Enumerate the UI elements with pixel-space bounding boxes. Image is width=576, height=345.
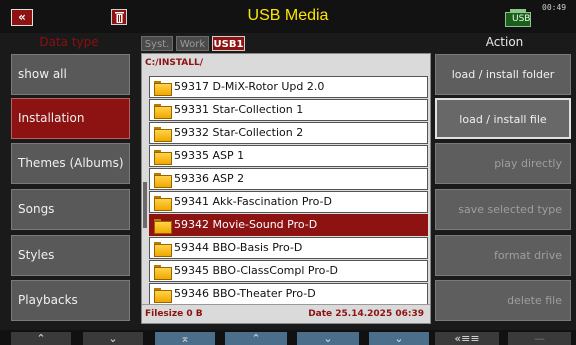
file-name: 59331 Star-Collection 1 xyxy=(174,103,304,116)
list-top-button[interactable]: ⌅ xyxy=(155,332,215,345)
list-bottom-button[interactable]: ⌄ xyxy=(369,332,429,345)
file-name: 59335 ASP 1 xyxy=(174,149,245,162)
datatype-show-all[interactable]: show all xyxy=(11,54,130,95)
file-name: 59346 BBO-Theater Pro-D xyxy=(174,287,316,300)
datatype-installation[interactable]: Installation xyxy=(11,98,130,139)
file-name: 59345 BBO-ClassCompl Pro-D xyxy=(174,264,339,277)
usb-icon-label: USB xyxy=(512,14,531,24)
play-directly-button[interactable]: play directly xyxy=(435,143,571,184)
folder-icon xyxy=(154,173,172,188)
nav-disabled-button[interactable]: — xyxy=(508,332,571,345)
file-row[interactable]: 59335 ASP 1 xyxy=(149,145,428,167)
tab-usb1[interactable]: USB1 xyxy=(212,36,245,51)
scrollbar[interactable] xyxy=(143,182,147,228)
tab-syst[interactable]: Syst. xyxy=(141,36,173,51)
file-name: 59317 D-MiX-Rotor Upd 2.0 xyxy=(174,80,325,93)
file-row-selected[interactable]: 59342 Movie-Sound Pro-D xyxy=(149,214,428,236)
folder-icon xyxy=(154,265,172,280)
folder-icon xyxy=(154,242,172,257)
file-name: 59332 Star-Collection 2 xyxy=(174,126,304,139)
list-page-down-button[interactable]: ⌄ xyxy=(297,332,359,345)
folder-icon xyxy=(154,150,172,165)
file-name: 59341 Akk-Fascination Pro-D xyxy=(174,195,332,208)
file-name: 59344 BBO-Basis Pro-D xyxy=(174,241,303,254)
datatype-playbacks[interactable]: Playbacks xyxy=(11,280,130,321)
folder-back-button[interactable]: «≡≡ xyxy=(435,332,499,345)
file-row[interactable]: 59336 ASP 2 xyxy=(149,168,428,190)
save-selected-type-button[interactable]: save selected type xyxy=(435,189,571,230)
file-row[interactable]: 59331 Star-Collection 1 xyxy=(149,99,428,121)
delete-file-button[interactable]: delete file xyxy=(435,280,571,321)
folder-icon xyxy=(154,219,172,234)
folder-icon xyxy=(154,288,172,303)
file-row[interactable]: 59346 BBO-Theater Pro-D xyxy=(149,283,428,305)
file-browser: C:/INSTALL/ 59317 D-MiX-Rotor Upd 2.0 59… xyxy=(141,53,431,324)
folder-icon xyxy=(154,196,172,211)
clock: 00:49 xyxy=(542,3,567,12)
load-install-file-button[interactable]: load / install file xyxy=(435,98,571,139)
file-size: Filesize 0 B xyxy=(145,309,203,319)
page-title: USB Media xyxy=(247,7,329,24)
tab-work[interactable]: Work xyxy=(176,36,209,51)
file-status-bar: Filesize 0 B Date 25.14.2025 06:39 xyxy=(142,304,430,323)
file-row[interactable]: 59345 BBO-ClassCompl Pro-D xyxy=(149,260,428,282)
scroll-up-button[interactable]: ⌃ xyxy=(11,332,71,345)
file-row[interactable]: 59344 BBO-Basis Pro-D xyxy=(149,237,428,259)
datatype-songs[interactable]: Songs xyxy=(11,189,130,230)
file-row[interactable]: 59317 D-MiX-Rotor Upd 2.0 xyxy=(149,76,428,98)
load-install-folder-button[interactable]: load / install folder xyxy=(435,54,571,95)
usb-drive-icon: USB xyxy=(505,9,531,27)
folder-icon xyxy=(154,104,172,119)
file-row[interactable]: 59332 Star-Collection 2 xyxy=(149,122,428,144)
file-name: 59336 ASP 2 xyxy=(174,172,245,185)
format-drive-button[interactable]: format drive xyxy=(435,235,571,276)
list-page-up-button[interactable]: ⌃ xyxy=(225,332,287,345)
datatype-themes[interactable]: Themes (Albums) xyxy=(11,143,130,184)
folder-icon xyxy=(154,81,172,96)
folder-icon xyxy=(154,127,172,142)
datatype-styles[interactable]: Styles xyxy=(11,235,130,276)
data-type-header: Data type xyxy=(39,35,99,49)
file-row[interactable]: 59341 Akk-Fascination Pro-D xyxy=(149,191,428,213)
current-path: C:/INSTALL/ xyxy=(145,58,204,68)
file-name: 59342 Movie-Sound Pro-D xyxy=(174,218,318,231)
scroll-down-button[interactable]: ⌄ xyxy=(83,332,143,345)
file-date: Date 25.14.2025 06:39 xyxy=(308,309,424,319)
action-header: Action xyxy=(485,35,524,49)
